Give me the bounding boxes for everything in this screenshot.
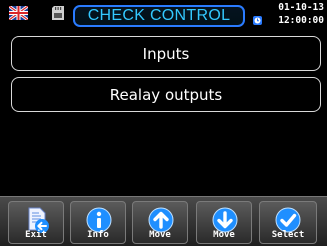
select-label: Select — [271, 230, 305, 240]
page-title: CHECK CONTROL — [87, 7, 231, 24]
menu-item-relay-outputs[interactable]: Realay outputs — [11, 77, 321, 112]
move-up-button[interactable]: Move — [132, 201, 188, 244]
date-display: 01-10-13 — [278, 2, 324, 13]
info-button[interactable]: Info — [70, 201, 126, 244]
menu-item-inputs[interactable]: Inputs — [11, 36, 321, 71]
title-frame: CHECK CONTROL — [73, 5, 245, 27]
select-button[interactable]: Select — [259, 201, 317, 244]
info-label: Info — [87, 230, 109, 240]
device-screen: CHECK CONTROL 01-10-13 12:00:00 Inputs R… — [0, 0, 327, 246]
exit-label: Exit — [25, 230, 47, 240]
menu-item-label: Realay outputs — [109, 85, 223, 104]
header-bar: CHECK CONTROL 01-10-13 12:00:00 — [0, 0, 327, 33]
exit-button[interactable]: Exit — [8, 201, 64, 244]
move-up-label: Move — [149, 230, 171, 240]
menu-item-label: Inputs — [142, 44, 190, 63]
bottom-toolbar: Exit Info Move Move Select — [0, 196, 327, 246]
uk-flag-icon[interactable] — [9, 6, 28, 20]
clock-icon — [253, 16, 262, 25]
sd-card-icon — [52, 6, 64, 20]
time-display: 12:00:00 — [278, 15, 324, 26]
move-down-label: Move — [213, 230, 235, 240]
move-down-button[interactable]: Move — [196, 201, 252, 244]
